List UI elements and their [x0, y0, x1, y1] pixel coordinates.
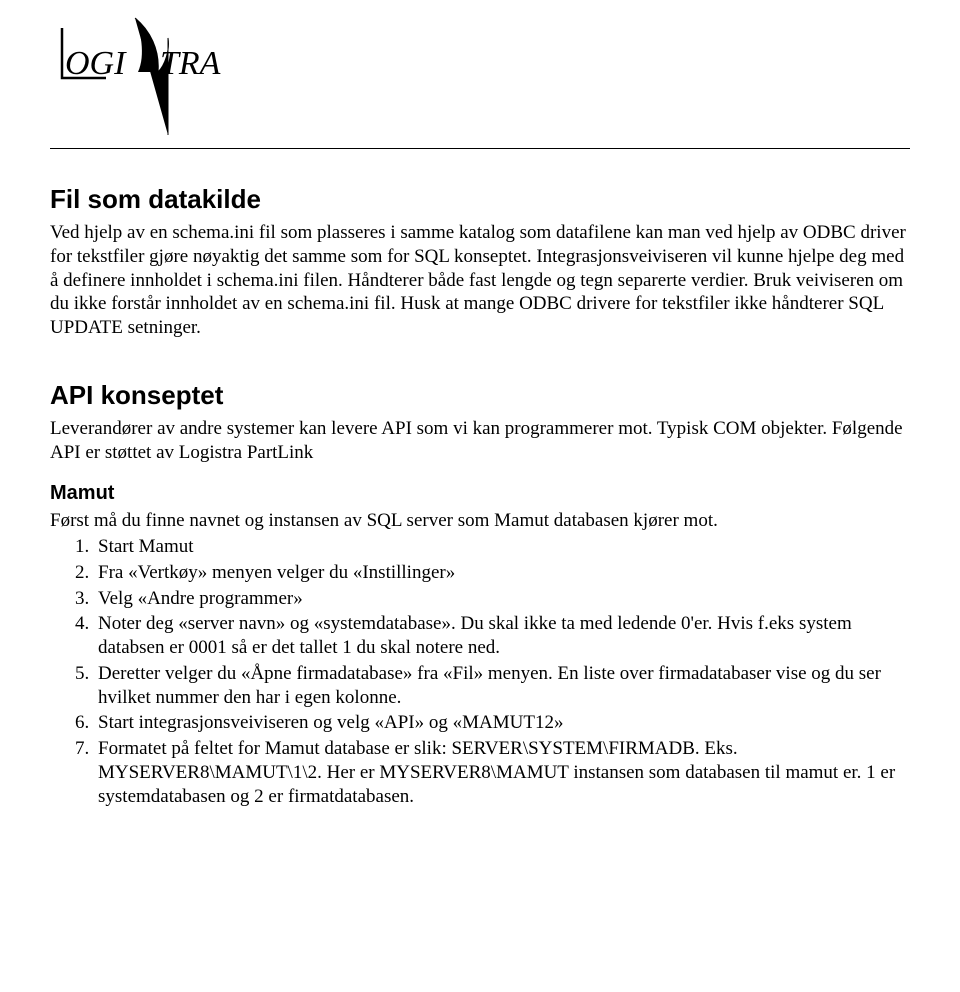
logo: OGI TRA: [50, 0, 910, 148]
list-item: Deretter velger du «Åpne firmadatabase» …: [94, 662, 910, 710]
list-item: Start Mamut: [94, 535, 910, 559]
svg-text:OGI: OGI: [65, 45, 127, 82]
heading-api-konseptet: API konseptet: [50, 380, 910, 411]
paragraph-api-body: Leverandører av andre systemer kan lever…: [50, 417, 910, 465]
divider: [50, 148, 910, 149]
logistra-logo-icon: OGI TRA: [50, 10, 250, 140]
paragraph-mamut-intro: Først må du finne navnet og instansen av…: [50, 509, 910, 533]
list-item: Start integrasjonsveiviseren og velg «AP…: [94, 711, 910, 735]
heading-fil-som-datakilde: Fil som datakilde: [50, 184, 910, 215]
list-item: Formatet på feltet for Mamut database er…: [94, 737, 910, 808]
list-item: Fra «Vertkøy» menyen velger du «Instilli…: [94, 561, 910, 585]
list-item: Velg «Andre programmer»: [94, 587, 910, 611]
heading-mamut: Mamut: [50, 482, 910, 505]
svg-text:TRA: TRA: [160, 45, 221, 82]
mamut-steps-list: Start Mamut Fra «Vertkøy» menyen velger …: [50, 535, 910, 808]
list-item: Noter deg «server navn» og «systemdataba…: [94, 612, 910, 660]
paragraph-fil-body: Ved hjelp av en schema.ini fil som plass…: [50, 221, 910, 340]
